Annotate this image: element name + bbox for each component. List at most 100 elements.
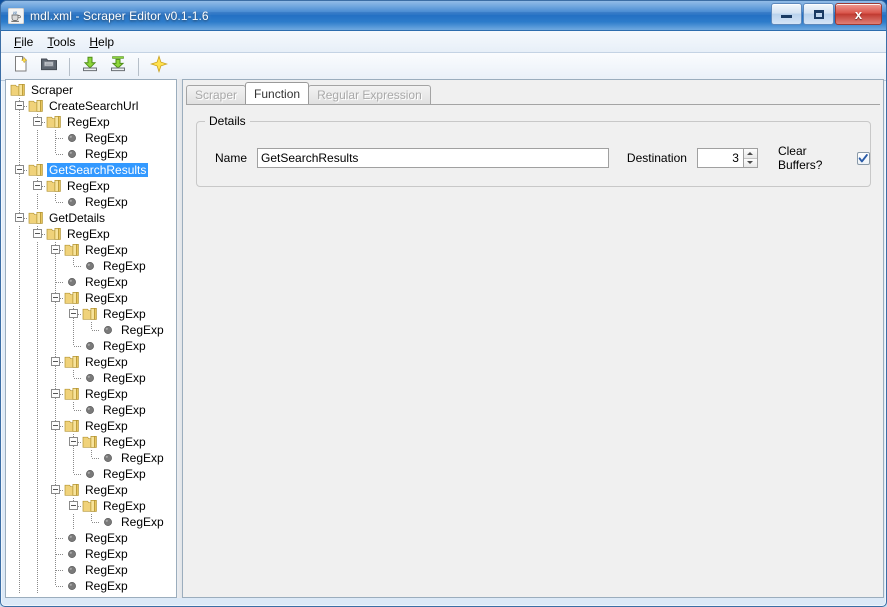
menu-tools[interactable]: Tools <box>40 33 82 51</box>
tree-guide-line <box>73 370 74 378</box>
name-input[interactable] <box>257 148 609 168</box>
tree-node[interactable]: RegExp <box>6 130 176 146</box>
export-button[interactable] <box>106 55 130 78</box>
tree-node[interactable]: RegExp <box>6 114 176 130</box>
tab-strip: Scraper Function Regular Expression <box>186 82 880 104</box>
tree-collapse-toggle[interactable] <box>33 229 42 238</box>
tree-node[interactable]: RegExp <box>6 402 176 418</box>
tree-node[interactable]: Scraper <box>6 82 176 98</box>
tree-node-label: RegExp <box>67 115 110 129</box>
window-controls: x <box>770 3 882 25</box>
tree-node[interactable]: RegExp <box>6 546 176 562</box>
tree-collapse-toggle[interactable] <box>51 245 60 254</box>
tree-collapse-toggle[interactable] <box>51 389 60 398</box>
tree-node[interactable]: RegExp <box>6 578 176 594</box>
tree-node-label: RegExp <box>85 355 128 369</box>
tree-node-label: RegExp <box>85 147 128 161</box>
magic-wand-button[interactable] <box>147 55 171 78</box>
spinner-up-button[interactable] <box>743 149 757 158</box>
destination-input[interactable] <box>696 148 743 168</box>
maximize-button[interactable] <box>803 3 834 25</box>
tree-guide-line <box>19 226 20 242</box>
tree-guide-line <box>19 354 20 370</box>
tree-node-label: RegExp <box>103 403 146 417</box>
close-button[interactable]: x <box>835 3 882 25</box>
tree-collapse-toggle[interactable] <box>69 309 78 318</box>
tree-guide-line <box>37 530 38 546</box>
tree-guide-line <box>73 466 74 474</box>
tree-collapse-toggle[interactable] <box>15 213 24 222</box>
tree-node[interactable]: RegExp <box>6 290 176 306</box>
window-title: mdl.xml - Scraper Editor v0.1-1.6 <box>30 8 209 23</box>
tree-node[interactable]: RegExp <box>6 322 176 338</box>
tab-function[interactable]: Function <box>245 82 310 104</box>
tree-node-label: RegExp <box>67 179 110 193</box>
tree-collapse-toggle[interactable] <box>69 437 78 446</box>
open-folder-button[interactable] <box>37 55 61 78</box>
import-button[interactable] <box>78 55 102 78</box>
tab-label: Regular Expression <box>317 88 422 102</box>
tree-node[interactable]: RegExp <box>6 354 176 370</box>
tree-node[interactable]: RegExp <box>6 370 176 386</box>
tree-node[interactable]: RegExp <box>6 562 176 578</box>
tree-node[interactable]: RegExp <box>6 258 176 274</box>
menu-file[interactable]: File <box>7 33 40 51</box>
tree-collapse-toggle[interactable] <box>33 181 42 190</box>
tree-guide-line <box>19 530 20 546</box>
tree-collapse-toggle[interactable] <box>15 165 24 174</box>
menu-help[interactable]: Help <box>82 33 121 51</box>
tree-node[interactable]: CreateSearchUrl <box>6 98 176 114</box>
tree-node[interactable]: RegExp <box>6 274 176 290</box>
tree-node[interactable]: RegExp <box>6 466 176 482</box>
folder-icon <box>64 419 80 433</box>
new-file-button[interactable] <box>9 55 33 78</box>
tree-collapse-toggle[interactable] <box>51 485 60 494</box>
scraper-tree[interactable]: Scraper CreateSearchUrl RegExp RegExp RegExp… <box>6 80 176 594</box>
tree-guide-line <box>55 370 56 386</box>
minimize-icon <box>781 15 792 18</box>
tree-node[interactable]: RegExp <box>6 482 176 498</box>
tree-collapse-toggle[interactable] <box>69 501 78 510</box>
tree-guide-line <box>55 466 56 482</box>
bullet-node-icon <box>100 515 116 529</box>
clear-buffers-label: Clear Buffers? <box>777 144 823 172</box>
tree-guide-line <box>37 402 38 418</box>
tree-node[interactable]: RegExp <box>6 338 176 354</box>
tree-guide-line <box>37 466 38 482</box>
tree-node[interactable]: RegExp <box>6 194 176 210</box>
tree-node[interactable]: RegExp <box>6 514 176 530</box>
tree-node[interactable]: RegExp <box>6 434 176 450</box>
spinner-down-button[interactable] <box>743 157 757 167</box>
minimize-button[interactable] <box>771 3 802 25</box>
destination-spinner[interactable] <box>696 148 758 168</box>
tree-node[interactable]: RegExp <box>6 242 176 258</box>
tree-collapse-toggle[interactable] <box>51 421 60 430</box>
tree-node[interactable]: RegExp <box>6 386 176 402</box>
tree-guide-line <box>37 546 38 562</box>
tree-collapse-toggle[interactable] <box>51 357 60 366</box>
tree-node[interactable]: RegExp <box>6 226 176 242</box>
tree-node[interactable]: RegExp <box>6 530 176 546</box>
tree-guide-line <box>56 570 64 571</box>
tree-guide-line <box>73 514 74 530</box>
tree-guide-line <box>37 322 38 338</box>
tree-guide-line <box>19 322 20 338</box>
tree-guide-line <box>19 514 20 530</box>
tree-node[interactable]: RegExp <box>6 146 176 162</box>
tree-node[interactable]: RegExp <box>6 450 176 466</box>
clear-buffers-checkbox[interactable] <box>857 151 871 165</box>
tree-collapse-toggle[interactable] <box>51 293 60 302</box>
tree-node[interactable]: GetSearchResults <box>6 162 176 178</box>
tree-node[interactable]: GetDetails <box>6 210 176 226</box>
tree-collapse-toggle[interactable] <box>15 101 24 110</box>
tree-node[interactable]: RegExp <box>6 178 176 194</box>
bullet-node-icon <box>64 547 80 561</box>
tree-node[interactable]: RegExp <box>6 306 176 322</box>
tree-node-label: RegExp <box>103 499 146 513</box>
tree-guide-line <box>37 338 38 354</box>
tree-node[interactable]: RegExp <box>6 498 176 514</box>
tree-guide-line <box>55 434 56 450</box>
tree-collapse-toggle[interactable] <box>33 117 42 126</box>
tree-node[interactable]: RegExp <box>6 418 176 434</box>
bullet-node-icon <box>82 371 98 385</box>
